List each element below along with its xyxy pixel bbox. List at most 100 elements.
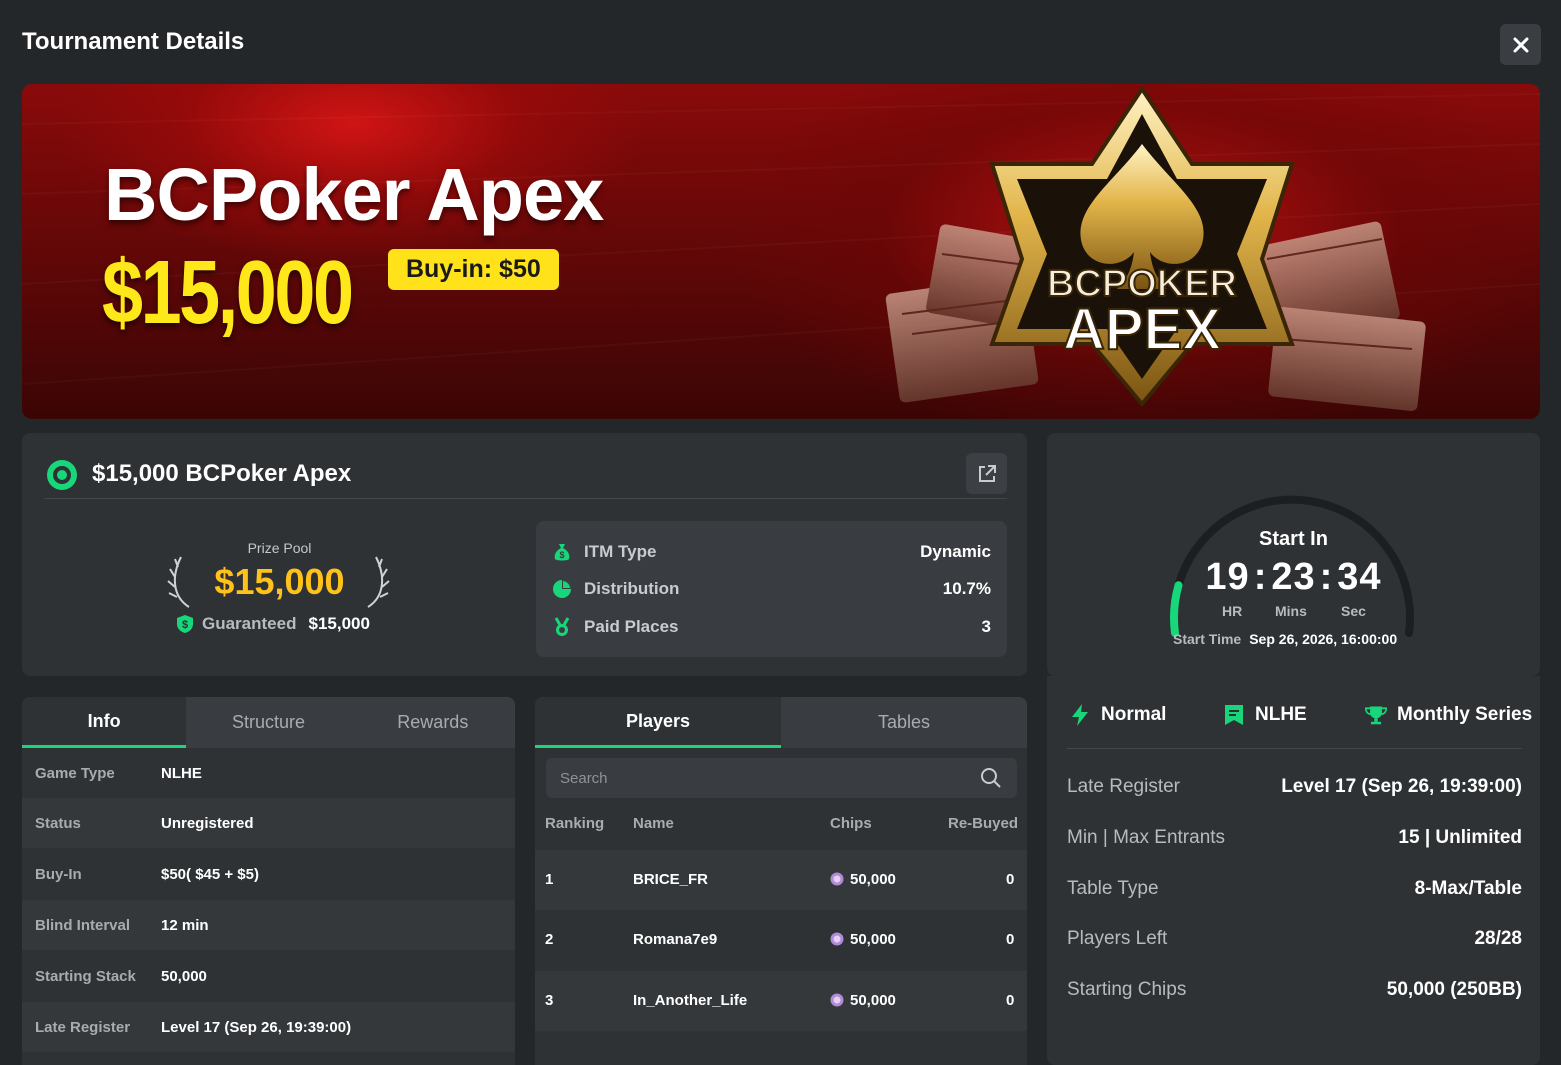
player-name: In_Another_Life [633,992,748,1009]
chip-icon [830,993,844,1007]
apex-emblem-logo: BCPOKER APEX [885,85,1426,411]
info-value: Level 17 (Sep 26, 19:39:00) [161,1018,352,1036]
tab-info[interactable]: Info [22,697,187,748]
player-rank: 1 [545,871,554,888]
sec-label: Sec [1341,603,1366,619]
detail-entrants: Min | Max Entrants 15 | Unlimited [1067,827,1522,849]
itm-type-row: $ ITM Type Dynamic [552,540,991,564]
player-rank: 3 [545,992,554,1009]
countdown-secs: 34 [1337,556,1382,598]
search-icon[interactable] [980,767,1002,789]
share-button[interactable] [966,453,1007,494]
player-name: Romana7e9 [633,931,718,948]
detail-value: 50,000 (250BB) [1386,979,1522,1000]
tab-structure[interactable]: Structure [186,697,350,748]
detail-label: Late Register [1067,776,1181,797]
close-icon [1513,37,1528,52]
detail-value: Level 17 (Sep 26, 19:39:00) [1281,776,1522,797]
tab-players[interactable]: Players [535,697,781,748]
distribution-row: Distribution 10.7% [552,577,991,601]
svg-text:$: $ [182,619,188,631]
player-search-input[interactable]: Search [546,758,1017,798]
modal-title: Tournament Details [22,28,245,55]
tournament-banner: BCPoker Apex $15,000 Buy-in: $50 BCPOKER… [22,84,1540,419]
col-name: Name [633,815,674,832]
distribution-value: 10.7% [942,579,991,598]
svg-text:$: $ [559,550,564,560]
external-link-icon [978,464,996,482]
info-value: Unregistered [161,814,254,832]
info-label: Game Type [35,764,115,782]
info-row-blind-interval: Blind Interval 12 min [22,900,515,950]
countdown-panel: Start In 19:23:34 HR Mins Sec Start Time… [1047,433,1540,676]
col-rebuyed: Re-Buyed [948,815,1019,832]
info-row-buy-in: Buy-In $50( $45 + $5) [22,849,515,899]
players-panel: Players Tables Search Ranking Name Chips… [535,697,1027,1065]
bc-logo-icon [47,460,77,490]
player-name: BRICE_FR [633,871,709,888]
tab-rewards[interactable]: Rewards [351,697,515,748]
tag-series: Monthly Series [1365,703,1532,727]
start-in-label: Start In [1259,528,1328,550]
laurel-left-icon [167,556,190,608]
detail-players-left: Players Left 28/28 [1067,928,1522,950]
banner-amount: $15,000 [102,243,354,343]
close-button[interactable] [1500,24,1541,65]
info-value: 50,000 [161,967,207,985]
tournament-summary-panel: $15,000 BCPoker Apex Prize Pool $15,000 … [22,433,1027,676]
guaranteed-row: $ Guaranteed $15,000 [176,614,370,634]
col-ranking: Ranking [545,815,605,832]
info-row-starting-stack: Starting Stack 50,000 [22,951,515,1001]
info-value: 12 min [161,916,209,934]
col-chips: Chips [830,815,872,832]
distribution-label: Distribution [584,579,680,598]
info-label: Blind Interval [35,916,131,934]
countdown-ring [1170,495,1414,637]
divider [44,498,1007,499]
player-row[interactable]: 1 BRICE_FR 50,000 0 [535,850,1027,910]
player-rebuy: 0 [1006,931,1015,948]
detail-late-register: Late Register Level 17 (Sep 26, 19:39:00) [1067,776,1522,798]
tag-label: Normal [1101,704,1167,725]
guaranteed-value: $15,000 [308,614,370,633]
detail-table-type: Table Type 8-Max/Table [1067,878,1522,900]
paid-places-label: Paid Places [584,617,679,636]
paid-places-row: Paid Places 3 [552,615,991,639]
detail-value: 28/28 [1474,928,1522,949]
info-label: Status [35,814,81,832]
info-value: NLHE [161,764,202,782]
countdown-hours: 19 [1205,556,1250,598]
detail-value: 8-Max/Table [1414,878,1522,899]
info-value: $50( $45 + $5) [161,865,259,883]
player-row[interactable]: 2 Romana7e9 50,000 0 [535,910,1027,970]
banner-brand: BCPoker Apex [104,153,604,236]
info-row-game-type: Game Type NLHE [22,748,515,798]
player-chips: 50,000 [830,992,896,1009]
info-label: Buy-In [35,865,82,883]
divider [1067,748,1522,749]
info-tabs: Info Structure Rewards [22,697,515,748]
info-label: Late Register [35,1018,131,1036]
player-rank: 2 [545,931,554,948]
start-time: Start Time Sep 26, 2026, 16:00:00 [1173,631,1397,647]
player-chips-value: 50,000 [850,992,896,1009]
guaranteed-label: Guaranteed [202,614,297,633]
detail-value: 15 | Unlimited [1398,827,1522,848]
chip-icon [830,872,844,886]
tab-tables[interactable]: Tables [781,697,1027,748]
player-chips: 50,000 [830,931,896,948]
info-panel: Info Structure Rewards Game Type NLHE Sta… [22,697,515,1065]
bookmark-icon [1225,705,1243,725]
tournament-name: $15,000 BCPoker Apex [92,460,352,487]
player-row[interactable]: 3 In_Another_Life 50,000 0 [535,971,1027,1031]
start-time-value: Sep 26, 2026, 16:00:00 [1249,631,1398,647]
player-chips-value: 50,000 [850,931,896,948]
tournament-details-modal: Tournament Details BCPoker Apex $15,000 … [0,0,1561,1065]
shield-dollar-icon: $ [177,615,193,633]
player-chips: 50,000 [830,871,896,888]
tag-label: Monthly Series [1397,704,1533,725]
medal-icon [554,617,570,636]
hr-label: HR [1222,603,1243,619]
pie-chart-icon [553,580,571,598]
countdown-clock: 19:23:34 [1205,556,1382,598]
